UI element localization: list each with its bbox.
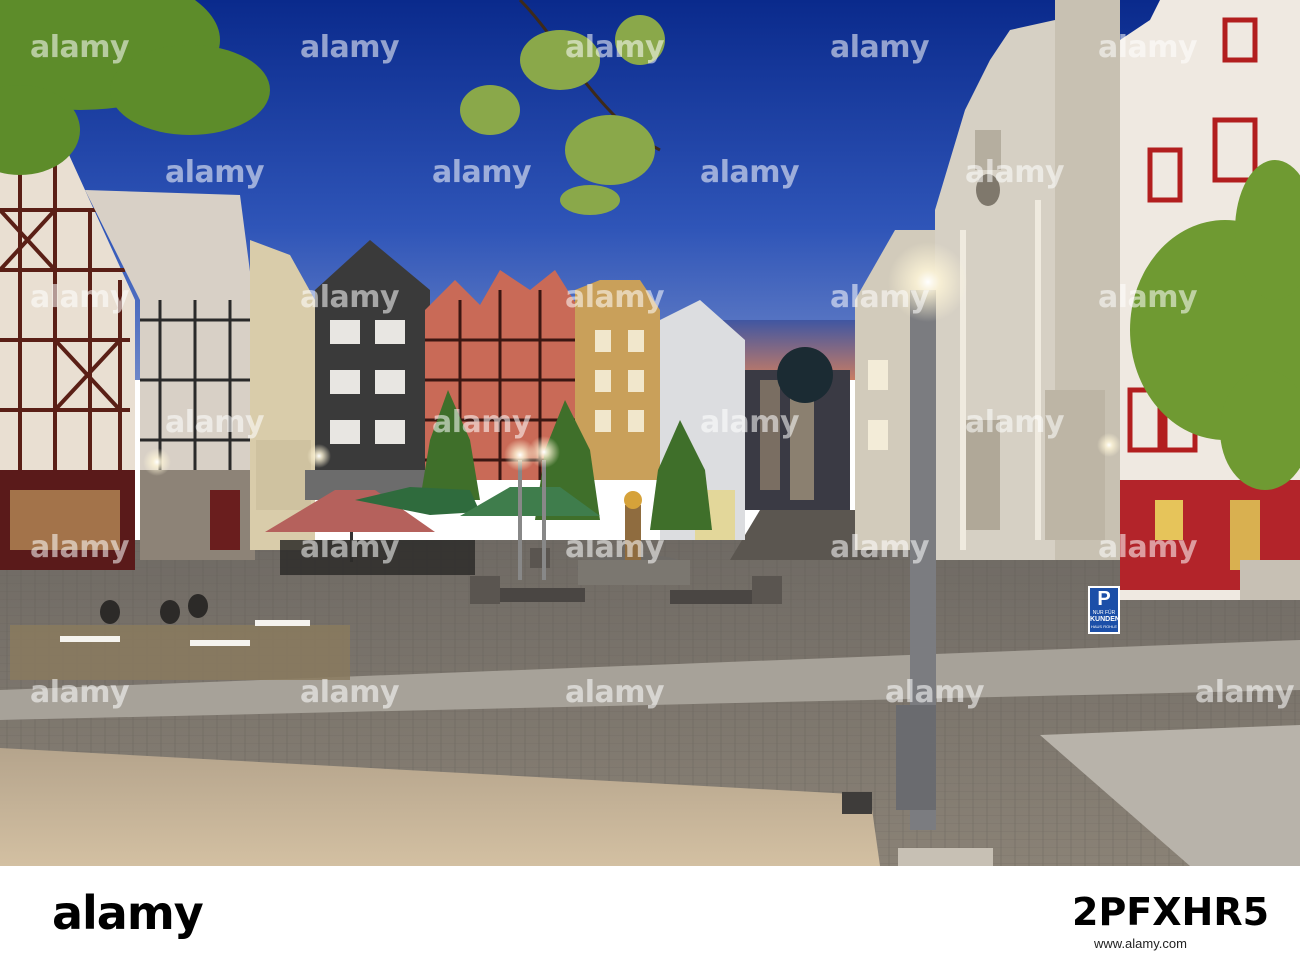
image-id: 2PFXHR5 xyxy=(1072,890,1270,934)
parking-line-2: KUNDEN xyxy=(1090,616,1120,623)
cream-house xyxy=(250,240,315,550)
parking-line-3: HAUS ROHLE xyxy=(1090,624,1117,629)
alamy-footer-bar: alamy 2PFXHR5 www.alamy.com xyxy=(0,866,1300,956)
middle-cafe-seating xyxy=(280,540,475,575)
manhole-cover xyxy=(842,792,872,814)
alamy-logo: alamy xyxy=(52,886,204,940)
parking-letter: P xyxy=(1097,588,1111,610)
photo-scene xyxy=(0,0,1300,866)
parking-sign: P NUR FÜR KUNDEN HAUS ROHLE xyxy=(1088,586,1120,634)
site-url: www.alamy.com xyxy=(1094,936,1187,951)
